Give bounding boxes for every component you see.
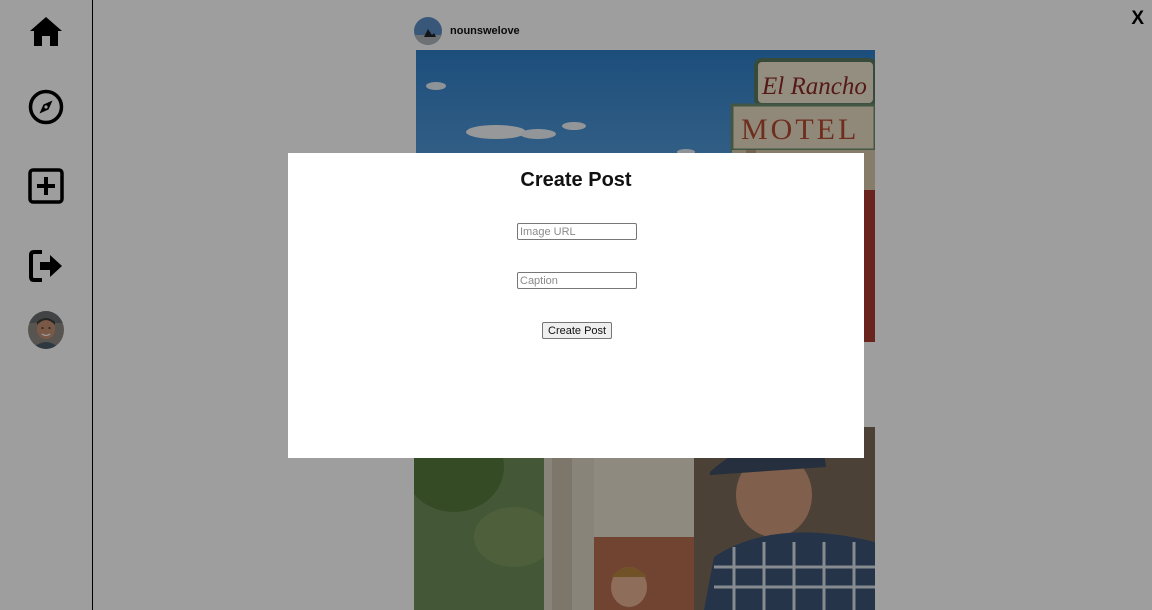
close-button[interactable]: X <box>1131 9 1144 29</box>
create-post-button[interactable]: Create Post <box>542 322 613 339</box>
caption-input[interactable] <box>517 272 637 289</box>
create-post-modal: Create Post Create Post <box>288 153 864 458</box>
image-url-input[interactable] <box>517 223 637 240</box>
modal-title: Create Post <box>520 169 632 191</box>
